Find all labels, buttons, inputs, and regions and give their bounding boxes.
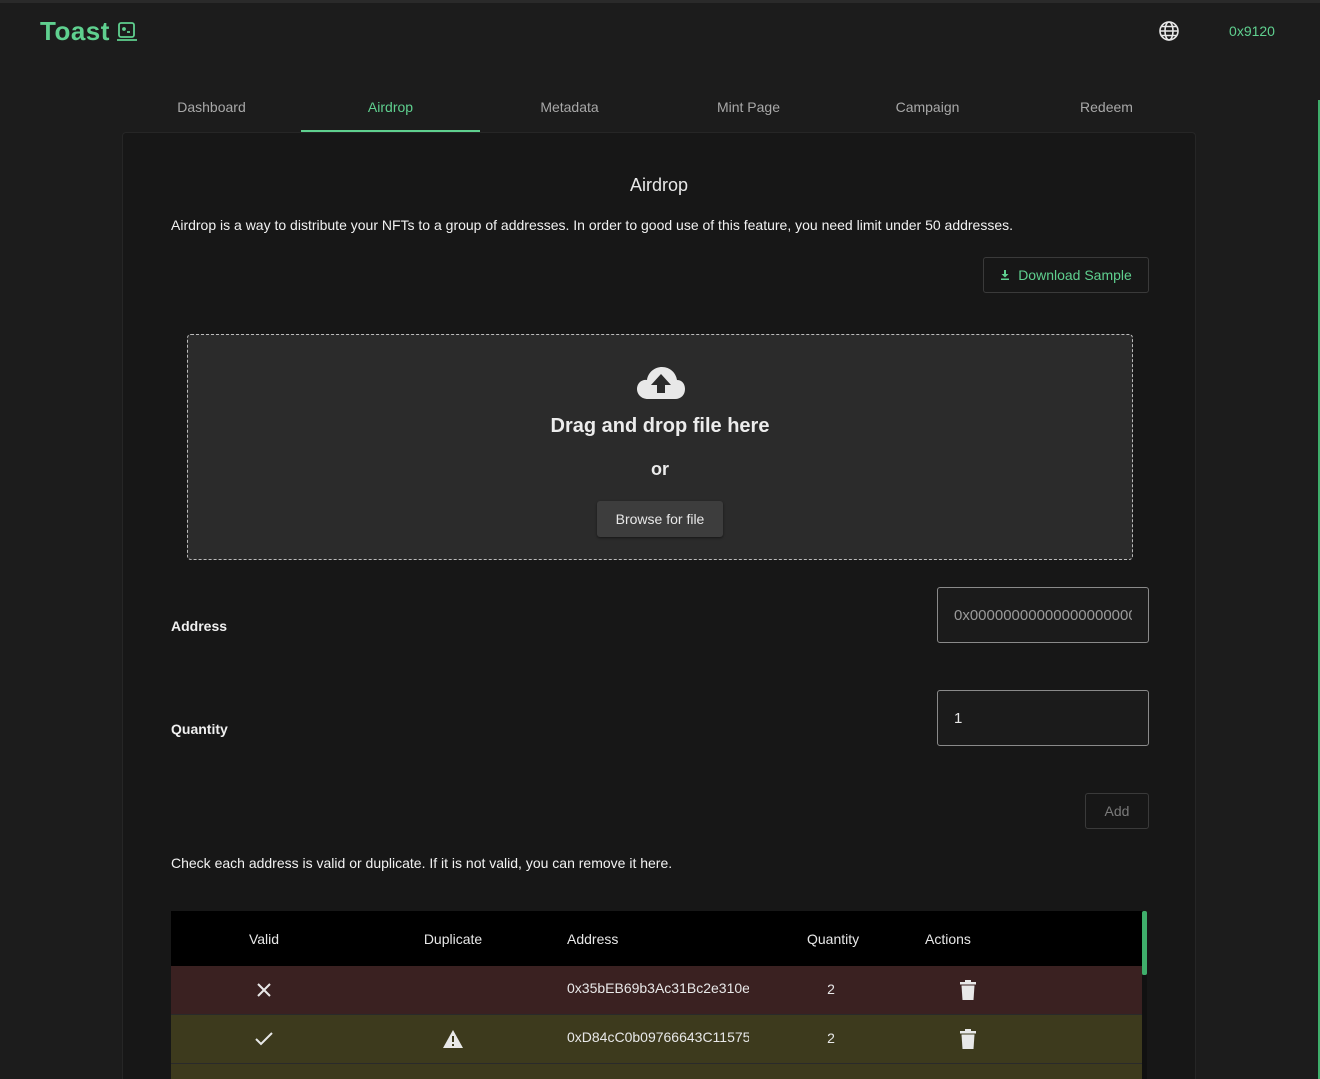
- quantity-cell: 2: [749, 1030, 913, 1048]
- logo[interactable]: Toast: [40, 16, 138, 47]
- address-cell: 0xD84cC0b09766643C11575: [549, 1029, 749, 1050]
- address-value: 0xD84cC0b09766643C11575: [567, 1028, 749, 1045]
- tab-airdrop[interactable]: Airdrop: [301, 86, 480, 132]
- table-row: 0xD84cC0b09766643C11575 2: [171, 1015, 1145, 1064]
- table-scrollbar-thumb[interactable]: [1142, 911, 1147, 975]
- tab-dashboard[interactable]: Dashboard: [122, 86, 301, 132]
- col-quantity: Quantity: [807, 930, 860, 947]
- col-duplicate: Duplicate: [423, 930, 483, 947]
- globe-icon[interactable]: [1158, 20, 1180, 42]
- table-row: 0x35bEB69b3Ac31Bc2e310e 2: [171, 966, 1145, 1015]
- file-dropzone[interactable]: Drag and drop file here or Browse for fi…: [187, 334, 1133, 560]
- download-icon: [1001, 270, 1010, 280]
- trash-icon[interactable]: [960, 1029, 976, 1049]
- quantity-label: Quantity: [171, 721, 228, 737]
- intro-text: Airdrop is a way to distribute your NFTs…: [171, 217, 1014, 233]
- tab-metadata[interactable]: Metadata: [480, 86, 659, 132]
- cloud-upload-icon: [637, 367, 685, 399]
- valid-cell: [171, 1030, 357, 1048]
- nav-tabs: Dashboard Airdrop Metadata Mint Page Cam…: [122, 86, 1196, 132]
- check-icon: [255, 1032, 273, 1046]
- quantity-input[interactable]: [937, 690, 1149, 746]
- table-scrollbar-track[interactable]: [1142, 975, 1147, 1079]
- quantity-cell: 2: [749, 981, 913, 999]
- toast-robot-icon: [116, 21, 137, 41]
- quantity-value: 2: [827, 1030, 835, 1046]
- tab-campaign[interactable]: Campaign: [838, 86, 1017, 132]
- trash-icon[interactable]: [960, 980, 976, 1000]
- dropzone-title: Drag and drop file here: [550, 415, 770, 437]
- col-actions: Actions: [925, 930, 971, 947]
- add-button[interactable]: Add: [1085, 793, 1149, 829]
- close-icon: [257, 983, 271, 997]
- window-top-strip: [0, 0, 1320, 3]
- actions-cell: [913, 1029, 1023, 1049]
- address-value: 0x35bEB69b3Ac31Bc2e310e: [567, 979, 749, 996]
- download-sample-button[interactable]: Download Sample: [983, 257, 1149, 293]
- download-sample-label: Download Sample: [1018, 267, 1132, 283]
- quantity-value: 2: [827, 981, 835, 997]
- address-table: Valid Duplicate Address Quantity Actions…: [171, 911, 1145, 1079]
- col-valid: Valid: [248, 930, 280, 947]
- logo-text: Toast: [40, 16, 110, 46]
- airdrop-card: Airdrop Airdrop is a way to distribute y…: [122, 132, 1196, 1079]
- actions-cell: [913, 980, 1023, 1000]
- address-label: Address: [171, 618, 228, 634]
- tab-redeem[interactable]: Redeem: [1017, 86, 1196, 132]
- dropzone-or: or: [651, 459, 669, 479]
- check-instructions: Check each address is valid or duplicate…: [171, 855, 673, 871]
- tab-mint-page[interactable]: Mint Page: [659, 86, 838, 132]
- warning-icon: [443, 1030, 463, 1048]
- table-row: [171, 1064, 1145, 1079]
- account-address-button[interactable]: 0x9120: [1214, 20, 1290, 42]
- address-cell: 0x35bEB69b3Ac31Bc2e310e: [549, 980, 749, 1001]
- address-input[interactable]: [937, 587, 1149, 643]
- duplicate-cell: [357, 1029, 549, 1049]
- table-header: Valid Duplicate Address Quantity Actions: [171, 911, 1145, 966]
- browse-file-button[interactable]: Browse for file: [597, 501, 723, 537]
- page-title: Airdrop: [629, 175, 689, 195]
- valid-cell: [171, 981, 357, 999]
- col-address: Address: [567, 930, 619, 947]
